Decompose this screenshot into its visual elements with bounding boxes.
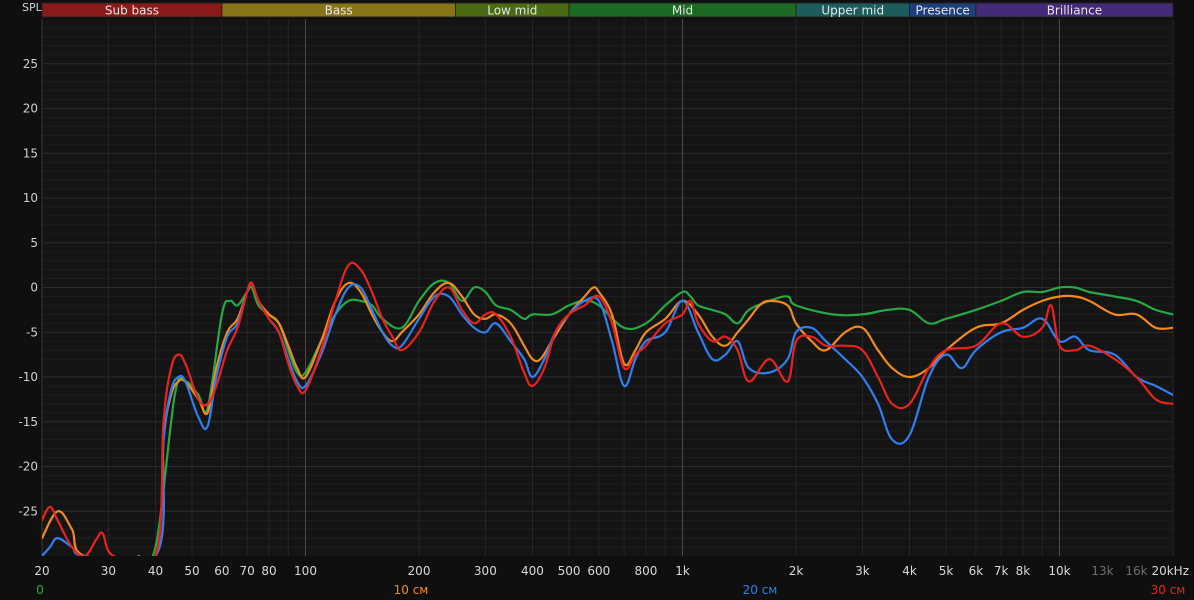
y-axis-label: SPL	[22, 1, 43, 14]
band-label-3: Mid	[672, 4, 693, 18]
legend-item-0: 0	[36, 583, 44, 597]
y-tick-label: 0	[30, 281, 38, 295]
x-tick-label: 4k	[902, 564, 917, 578]
x-tick-label: 50	[184, 564, 199, 578]
x-tick-label: 1k	[675, 564, 690, 578]
band-label-2: Low mid	[487, 4, 537, 18]
x-tick-label: 300	[474, 564, 497, 578]
x-tick-label: 2k	[789, 564, 804, 578]
legend-item-2: 20 см	[743, 583, 778, 597]
legend-item-1: 10 см	[394, 583, 429, 597]
x-tick-label: 70	[239, 564, 254, 578]
y-tick-label: -20	[18, 460, 38, 474]
x-tick-label: 500	[558, 564, 581, 578]
y-tick-label: 25	[23, 57, 38, 71]
x-tick-label: 800	[635, 564, 658, 578]
band-label-6: Brilliance	[1047, 4, 1102, 18]
y-tick-label: 5	[30, 236, 38, 250]
x-tick-label: 30	[101, 564, 116, 578]
x-tick-label: 80	[261, 564, 276, 578]
x-tick-label: 13k	[1091, 564, 1113, 578]
x-tick-label: 60	[214, 564, 229, 578]
band-label-1: Bass	[325, 4, 353, 18]
x-tick-label: 200	[408, 564, 431, 578]
y-tick-label: -5	[26, 325, 38, 339]
x-tick-label: 100	[294, 564, 317, 578]
frequency-band-bar: Sub bass Bass Low mid Mid Upper mid Presence B…	[41, 2, 1174, 18]
y-tick-label: 10	[23, 191, 38, 205]
y-tick-label: -10	[18, 370, 38, 384]
x-tick-label: 7k	[994, 564, 1009, 578]
frequency-response-chart: Sub bass Bass Low mid Mid Upper mid Presence B…	[0, 0, 1194, 600]
y-tick-label: 15	[23, 146, 38, 160]
y-tick-label: -25	[18, 504, 38, 518]
x-tick-label: 600	[587, 564, 610, 578]
x-tick-label: 400	[521, 564, 544, 578]
band-label-0: Sub bass	[105, 4, 159, 18]
x-tick-label: 6k	[969, 564, 984, 578]
x-tick-label: 3k	[855, 564, 870, 578]
x-tick-label: 20	[34, 564, 49, 578]
band-label-4: Upper mid	[821, 4, 884, 18]
x-tick-label: 40	[148, 564, 163, 578]
x-tick-label: 16k	[1125, 564, 1147, 578]
band-label-5: Presence	[916, 4, 970, 18]
x-tick-label: 8k	[1016, 564, 1031, 578]
x-tick-label: 10k	[1048, 564, 1070, 578]
y-tick-label: 20	[23, 102, 38, 116]
y-tick-label: -15	[18, 415, 38, 429]
plot-area	[41, 19, 1174, 556]
x-tick-label: 20kHz	[1151, 564, 1189, 578]
x-tick-label: 5k	[939, 564, 954, 578]
legend-item-3: 30 см	[1151, 583, 1186, 597]
